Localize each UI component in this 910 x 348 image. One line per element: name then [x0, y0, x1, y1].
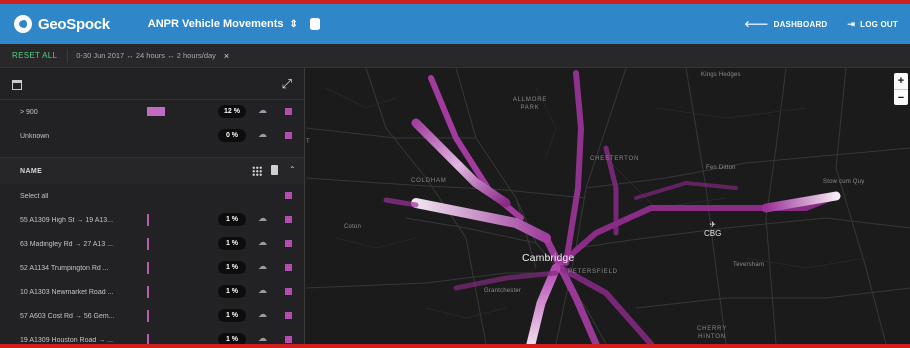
row-checkbox[interactable]	[285, 264, 292, 271]
row-label: 19 A1309 Houston Road → ...	[20, 336, 114, 344]
list-item[interactable]: > 900 12 % ☁	[0, 100, 304, 124]
cloud-icon[interactable]: ☁	[258, 309, 267, 320]
filter-sidebar: ⤢ > 900 12 % ☁ Unknown 0 % ☁ NAME ⌃ Sele…	[0, 68, 305, 346]
geospock-logo-icon	[14, 15, 32, 33]
app-header: GeoSpock ANPR Vehicle Movements ⇕ 🡐 DASH…	[0, 4, 910, 44]
project-name: ANPR Vehicle Movements	[147, 18, 284, 30]
map-view[interactable]: Kings Hedges ALLMORE PARK CHESTERTON COL…	[306, 68, 910, 344]
map-label-cherry-hinton: CHERRY HINTON	[696, 326, 728, 340]
percent-badge: 1 %	[218, 213, 246, 226]
name-section-header[interactable]: NAME ⌃	[0, 158, 304, 184]
map-label-petersfield: PETERSFIELD	[568, 269, 618, 275]
cloud-icon[interactable]: ☁	[258, 213, 267, 224]
distribution-bar	[147, 286, 149, 298]
cloud-icon[interactable]: ☁	[258, 261, 267, 272]
filter-bar: RESET ALL 0-30 Jun 2017 ↔ 24 hours ↔ 2 h…	[0, 44, 910, 68]
percent-badge: 1 %	[218, 237, 246, 250]
zoom-controls: + −	[894, 73, 908, 105]
project-toggle-icon[interactable]: ⇕	[290, 19, 298, 30]
trash-icon[interactable]	[271, 165, 278, 175]
dashboard-label: DASHBOARD	[773, 19, 828, 29]
logout-icon: ⇥	[847, 18, 856, 29]
map-label-grantchester: Grantchester	[484, 288, 522, 294]
table-row[interactable]: 52 A1134 Trumpington Rd ... 1 % ☁	[0, 256, 304, 280]
row-label: 52 A1134 Trumpington Rd ...	[20, 264, 109, 272]
row-label: 57 A603 Cost Rd → 56 Gem...	[20, 312, 115, 320]
reset-all-button[interactable]: RESET ALL	[12, 51, 57, 60]
active-filter-summary: 0-30 Jun 2017 ↔ 24 hours ↔ 2 hours/day	[76, 51, 216, 60]
row-checkbox[interactable]	[285, 216, 292, 223]
airport-code: CBG	[704, 229, 722, 238]
row-label: 63 Madingley Rd → 27 A13 ...	[20, 240, 113, 248]
row-label: 10 A1303 Newmarket Road ...	[20, 288, 114, 296]
row-checkbox[interactable]	[285, 132, 292, 139]
cloud-icon[interactable]: ☁	[258, 129, 267, 140]
row-label: Unknown	[20, 132, 50, 140]
list-item[interactable]: Unknown 0 % ☁	[0, 124, 304, 148]
section-title: NAME	[20, 167, 43, 175]
sidebar-header: ⤢	[0, 68, 304, 100]
row-label: > 900	[20, 108, 38, 116]
map-base-roads	[306, 68, 910, 344]
table-row[interactable]: 10 A1303 Newmarket Road ... 1 % ☁	[0, 280, 304, 304]
dashboard-link[interactable]: 🡐 DASHBOARD	[744, 19, 827, 30]
chevron-up-icon[interactable]: ⌃	[289, 165, 296, 174]
grid-icon[interactable]	[252, 166, 262, 176]
map-label-coton: Coton	[344, 224, 362, 230]
distribution-bar	[147, 107, 165, 116]
map-label-stow-cum-quy: Stow cum Quy	[823, 179, 865, 185]
row-checkbox[interactable]	[285, 336, 292, 343]
row-checkbox[interactable]	[285, 312, 292, 319]
row-checkbox[interactable]	[285, 288, 292, 295]
row-checkbox[interactable]	[285, 108, 292, 115]
zoom-out-button[interactable]: −	[894, 89, 908, 105]
map-label-fen-ditton: Fen Ditton	[706, 165, 736, 171]
table-row[interactable]: 63 Madingley Rd → 27 A13 ... 1 % ☁	[0, 232, 304, 256]
map-canvas[interactable]	[306, 68, 910, 344]
back-arrow-icon: 🡐	[744, 18, 769, 29]
distribution-bar	[147, 262, 149, 274]
logout-label: LOG OUT	[860, 19, 898, 29]
project-selector[interactable]: ANPR Vehicle Movements ⇕	[148, 18, 320, 30]
clear-filter-button[interactable]: ×	[224, 51, 229, 61]
cloud-icon[interactable]: ☁	[258, 237, 267, 248]
row-checkbox[interactable]	[285, 240, 292, 247]
distribution-bar	[147, 238, 149, 250]
map-label-chesterton: CHESTERTON	[590, 156, 640, 162]
percent-badge: 0 %	[218, 129, 246, 142]
map-label-teversham: Teversham	[733, 262, 765, 268]
brand-name: GeoSpock	[38, 15, 110, 33]
cloud-icon[interactable]: ☁	[258, 105, 267, 116]
bottom-frame-border	[0, 344, 910, 348]
map-label-coldham: COLDHAM	[411, 178, 447, 184]
distribution-bar	[147, 214, 149, 226]
select-all-label: Select all	[20, 192, 49, 200]
map-label-park: ALLMORE PARK	[512, 97, 548, 111]
cloud-icon[interactable]: ☁	[258, 333, 267, 344]
percent-badge: 12 %	[218, 105, 246, 118]
map-label-edge: T	[306, 139, 310, 145]
select-all-checkbox[interactable]	[285, 192, 292, 199]
select-all-row[interactable]: Select all	[0, 184, 304, 208]
row-label: 55 A1309 High St → 19 A13...	[20, 216, 114, 224]
table-row[interactable]: 57 A603 Cost Rd → 56 Gem... 1 % ☁	[0, 304, 304, 328]
calendar-icon[interactable]	[12, 80, 22, 90]
percent-badge: 1 %	[218, 309, 246, 322]
logout-link[interactable]: ⇥ LOG OUT	[847, 19, 898, 30]
map-label-cambridge: Cambridge	[522, 252, 575, 264]
distribution-bar	[147, 310, 149, 322]
database-icon[interactable]	[309, 18, 320, 30]
section-divider	[0, 148, 304, 158]
percent-badge: 1 %	[218, 285, 246, 298]
airport-poi[interactable]: ✈ CBG	[704, 220, 721, 238]
airport-icon: ✈	[709, 220, 717, 229]
brand-logo[interactable]: GeoSpock	[14, 15, 110, 33]
table-row[interactable]: 55 A1309 High St → 19 A13... 1 % ☁	[0, 208, 304, 232]
percent-badge: 1 %	[218, 261, 246, 274]
filter-divider	[67, 48, 69, 63]
map-label-kings-hedges: Kings Hedges	[701, 72, 741, 78]
expand-icon[interactable]: ⤢	[282, 76, 292, 92]
cloud-icon[interactable]: ☁	[258, 285, 267, 296]
zoom-in-button[interactable]: +	[894, 73, 908, 89]
